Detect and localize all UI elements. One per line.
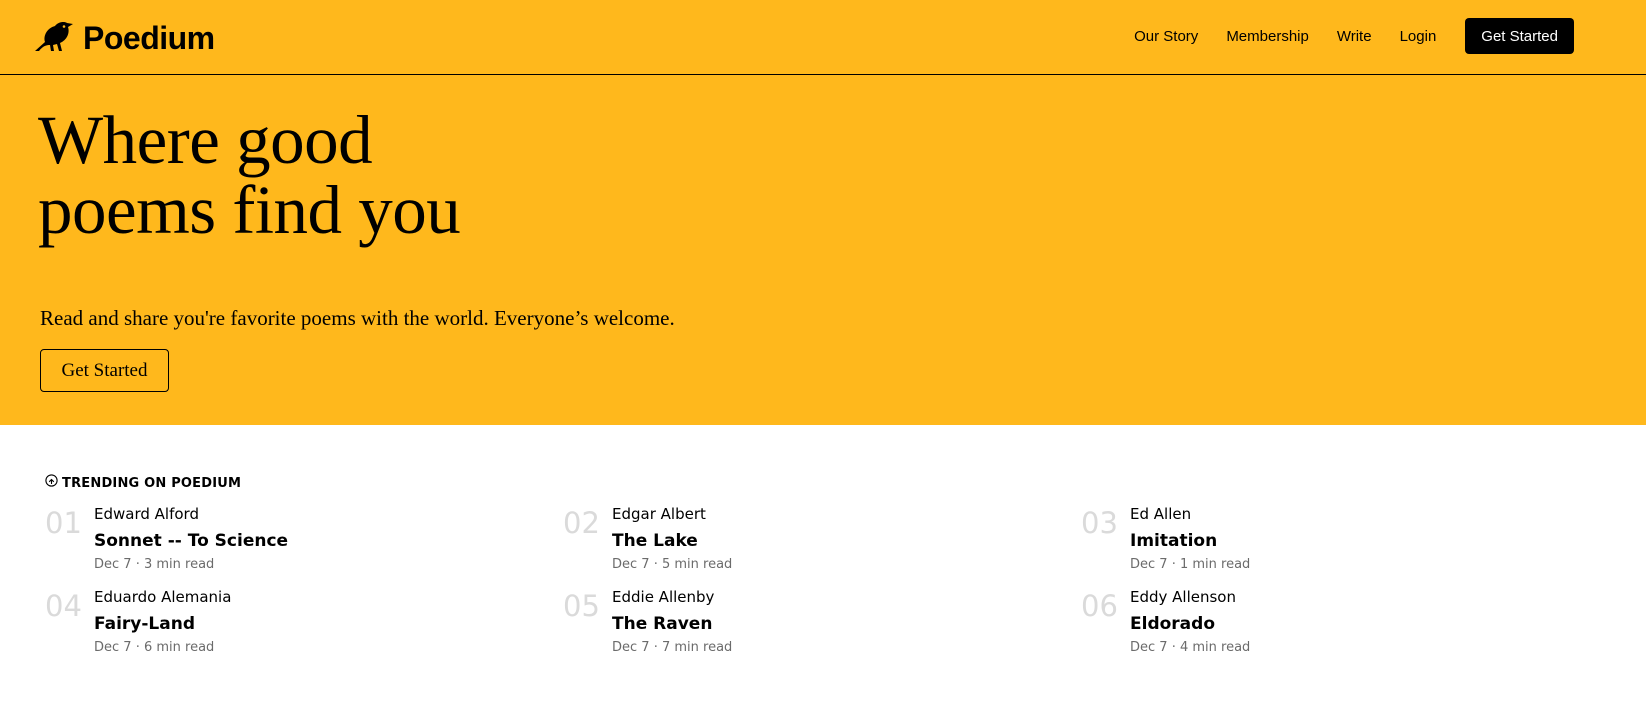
poem-meta: Dec 7 · 4 min read — [1130, 640, 1251, 655]
trending-header: TRENDING ON POEDIUM — [45, 474, 1605, 492]
trending-rank: 02 — [563, 506, 600, 540]
hero-subtitle: Read and share you're favorite poems wit… — [40, 306, 675, 330]
poem-author[interactable]: Edgar Albert — [612, 504, 732, 524]
poem-author[interactable]: Edward Alford — [94, 504, 288, 524]
trending-item[interactable]: 01 Edward Alford Sonnet -- To Science De… — [45, 504, 563, 587]
nav-membership[interactable]: Membership — [1226, 28, 1309, 45]
poem-title[interactable]: Fairy-Land — [94, 613, 231, 635]
top-nav: Our Story Membership Write Login Get Sta… — [1134, 18, 1574, 54]
trending-rank: 06 — [1081, 589, 1118, 623]
brand-name: Poedium — [83, 20, 215, 56]
poem-meta: Dec 7 · 5 min read — [612, 557, 733, 572]
nav-our-story[interactable]: Our Story — [1134, 28, 1198, 45]
poem-meta: Dec 7 · 7 min read — [612, 640, 733, 655]
bird-icon — [33, 18, 75, 59]
poem-meta: Dec 7 · 1 min read — [1130, 557, 1251, 572]
poem-author[interactable]: Eddie Allenby — [612, 587, 732, 607]
poem-title[interactable]: The Lake — [612, 530, 732, 552]
trending-item[interactable]: 03 Ed Allen Imitation Dec 7 · 1 min read — [1081, 504, 1599, 587]
site-header: Poedium Our Story Membership Write Login… — [0, 0, 1646, 75]
poem-author[interactable]: Eduardo Alemania — [94, 587, 231, 607]
get-started-button[interactable]: Get Started — [1465, 18, 1574, 54]
trending-item[interactable]: 05 Eddie Allenby The Raven Dec 7 · 7 min… — [563, 587, 1081, 670]
poem-author[interactable]: Ed Allen — [1130, 504, 1250, 524]
hero-section: Where good poems find you Read and share… — [0, 75, 1646, 425]
trending-item[interactable]: 04 Eduardo Alemania Fairy-Land Dec 7 · 6… — [45, 587, 563, 670]
poem-title[interactable]: Eldorado — [1130, 613, 1250, 635]
hero-get-started-button[interactable]: Get Started — [40, 349, 169, 392]
hero-title-line2: poems find you — [38, 172, 461, 248]
trending-icon — [45, 474, 58, 492]
nav-login[interactable]: Login — [1400, 28, 1437, 45]
poem-title[interactable]: Sonnet -- To Science — [94, 530, 288, 552]
poem-title[interactable]: Imitation — [1130, 530, 1250, 552]
trending-item[interactable]: 02 Edgar Albert The Lake Dec 7 · 5 min r… — [563, 504, 1081, 587]
trending-list: 01 Edward Alford Sonnet -- To Science De… — [45, 504, 1605, 670]
trending-section: TRENDING ON POEDIUM 01 Edward Alford Son… — [45, 474, 1605, 655]
trending-label: TRENDING ON POEDIUM — [62, 475, 242, 491]
trending-rank: 03 — [1081, 506, 1118, 540]
poem-meta: Dec 7 · 3 min read — [94, 557, 215, 572]
brand-logo[interactable]: Poedium — [33, 20, 215, 56]
poem-meta: Dec 7 · 6 min read — [94, 640, 215, 655]
hero-title: Where good poems find you — [38, 105, 658, 245]
trending-rank: 05 — [563, 589, 600, 623]
trending-item[interactable]: 06 Eddy Allenson Eldorado Dec 7 · 4 min … — [1081, 587, 1599, 670]
poem-title[interactable]: The Raven — [612, 613, 732, 635]
hero-title-line1: Where good — [38, 102, 373, 178]
trending-rank: 01 — [45, 506, 82, 540]
trending-rank: 04 — [45, 589, 82, 623]
poem-author[interactable]: Eddy Allenson — [1130, 587, 1250, 607]
nav-write[interactable]: Write — [1337, 28, 1372, 45]
